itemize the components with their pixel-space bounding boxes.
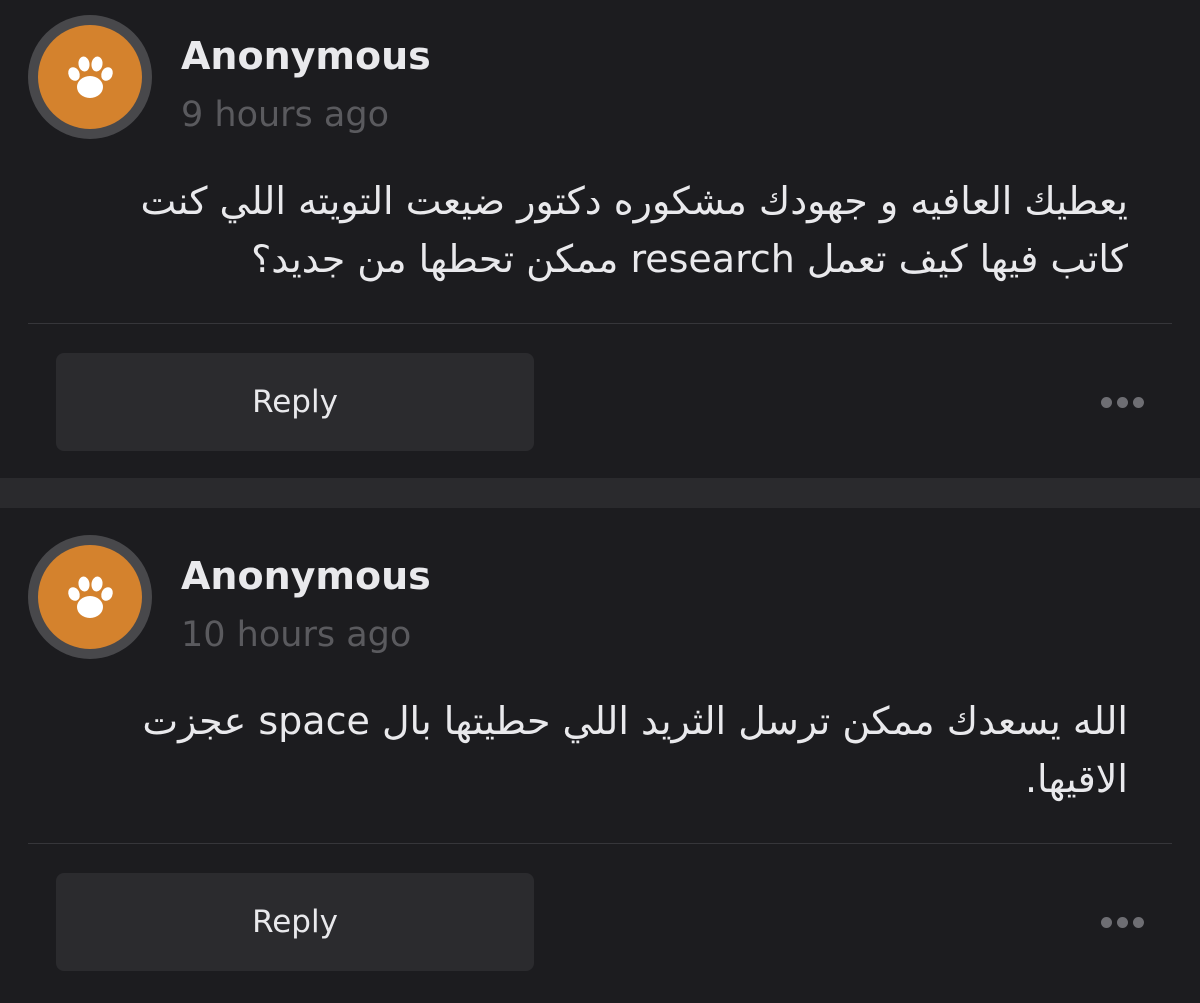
comment-message-line: كاتب فيها كيف تعمل research ممكن تحطها م… xyxy=(251,237,1128,281)
comment-message: يعطيك العافيه و جهودك مشكوره دكتور ضيعت … xyxy=(28,172,1128,288)
timestamp: 10 hours ago xyxy=(181,615,412,655)
author-name[interactable]: Anonymous xyxy=(181,554,431,598)
ellipsis-icon xyxy=(1116,396,1128,408)
paw-icon xyxy=(68,56,113,98)
paw-icon xyxy=(68,576,113,618)
reply-button[interactable]: Reply xyxy=(56,353,534,451)
avatar-circle xyxy=(38,25,142,129)
more-options-button[interactable] xyxy=(1094,382,1150,422)
comment-feed: Anonymous 9 hours ago يعطيك العافيه و جه… xyxy=(0,0,1200,1003)
comment-card: Anonymous 10 hours ago الله يسعدك ممكن ت… xyxy=(0,508,1200,1003)
ellipsis-icon xyxy=(1132,396,1144,408)
comment-message-line: الله يسعدك ممكن ترسل الثريد اللي حطيتها … xyxy=(142,699,1128,743)
comment-card: Anonymous 9 hours ago يعطيك العافيه و جه… xyxy=(0,0,1200,478)
comment-message: الله يسعدك ممكن ترسل الثريد اللي حطيتها … xyxy=(28,692,1128,808)
divider xyxy=(28,843,1172,844)
ellipsis-icon xyxy=(1116,916,1128,928)
avatar[interactable] xyxy=(28,535,152,659)
ellipsis-icon xyxy=(1100,916,1112,928)
avatar[interactable] xyxy=(28,15,152,139)
avatar-circle xyxy=(38,545,142,649)
comment-message-line: يعطيك العافيه و جهودك مشكوره دكتور ضيعت … xyxy=(140,179,1128,223)
more-options-button[interactable] xyxy=(1094,902,1150,942)
ellipsis-icon xyxy=(1100,396,1112,408)
author-name[interactable]: Anonymous xyxy=(181,34,431,78)
divider xyxy=(28,323,1172,324)
comment-message-line: الاقيها. xyxy=(1024,757,1128,801)
reply-button[interactable]: Reply xyxy=(56,873,534,971)
timestamp: 9 hours ago xyxy=(181,95,390,135)
ellipsis-icon xyxy=(1132,916,1144,928)
